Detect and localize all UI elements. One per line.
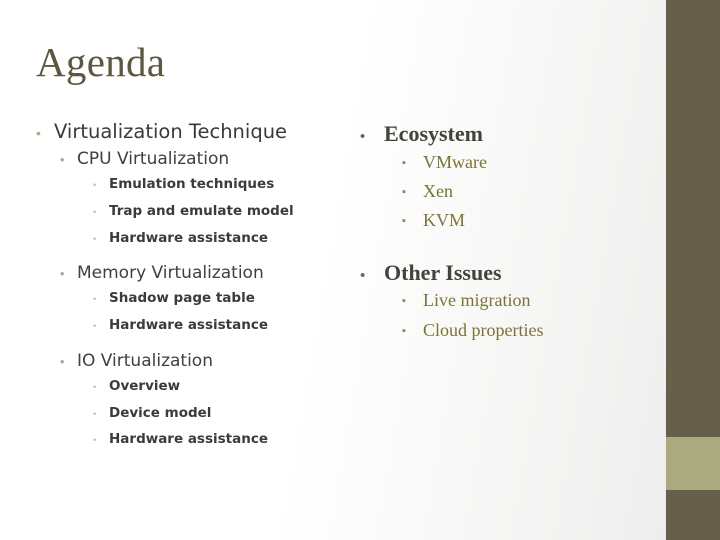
bullet-level2-icon: • bbox=[60, 153, 65, 168]
bullet-level3-icon: • bbox=[93, 408, 97, 420]
outline-item-io-virtualization: • IO Virtualization bbox=[60, 350, 356, 372]
outline-item-cpu-virtualization: • CPU Virtualization bbox=[60, 148, 356, 170]
right-edge-accent-block bbox=[666, 437, 720, 490]
outline-item-label: Hardware assistance bbox=[109, 229, 269, 246]
outline-item-label: Virtualization Technique bbox=[54, 120, 288, 143]
right-outline-column: • Ecosystem ▪ VMware ▪ Xen ▪ KVM • Other… bbox=[360, 120, 660, 345]
outline-item-label: Cloud properties bbox=[423, 319, 544, 340]
bullet-level1-icon: • bbox=[36, 125, 41, 141]
outline-item-cloud-properties: ▪ Cloud properties bbox=[402, 316, 660, 345]
outline-item-label: Xen bbox=[423, 180, 453, 201]
outline-item-label: Emulation techniques bbox=[109, 176, 275, 193]
outline-item-xen: ▪ Xen bbox=[402, 177, 660, 206]
outline-item-label: Hardware assistance bbox=[109, 431, 269, 448]
bullet-level3-icon: • bbox=[93, 435, 97, 447]
outline-item-label: Live migration bbox=[423, 290, 531, 311]
outline-item-label: CPU Virtualization bbox=[77, 149, 230, 170]
outline-item-label: Device model bbox=[109, 404, 212, 421]
outline-item-hardware-assistance-cpu: • Hardware assistance bbox=[93, 226, 356, 252]
bullet-square-icon: ▪ bbox=[402, 185, 406, 198]
outline-item-label: Trap and emulate model bbox=[109, 203, 294, 220]
outline-item-hardware-assistance-memory: • Hardware assistance bbox=[93, 313, 356, 339]
bullet-level3-icon: • bbox=[93, 207, 97, 219]
bullet-square-icon: ▪ bbox=[402, 295, 406, 308]
outline-item-label: KVM bbox=[423, 209, 466, 230]
outline-item-live-migration: ▪ Live migration bbox=[402, 286, 660, 315]
outline-item-label: Overview bbox=[109, 377, 181, 394]
outline-item-label: Shadow page table bbox=[109, 290, 255, 307]
outline-item-label: Ecosystem bbox=[384, 121, 483, 146]
outline-item-label: IO Virtualization bbox=[77, 350, 213, 371]
left-outline-column: • Virtualization Technique • CPU Virtual… bbox=[36, 120, 356, 454]
outline-item-device-model: • Device model bbox=[93, 401, 356, 427]
bullet-level3-icon: • bbox=[93, 294, 97, 306]
bullet-level2-icon: • bbox=[60, 354, 65, 369]
slide: Agenda • Virtualization Technique • CPU … bbox=[0, 0, 720, 540]
outline-item-memory-virtualization: • Memory Virtualization bbox=[60, 262, 356, 284]
bullet-level3-icon: • bbox=[93, 381, 97, 393]
outline-item-kvm: ▪ KVM bbox=[402, 206, 660, 235]
bullet-round-icon: • bbox=[360, 128, 366, 145]
outline-item-ecosystem: • Ecosystem bbox=[360, 120, 660, 148]
outline-item-emulation-techniques: • Emulation techniques bbox=[93, 172, 356, 198]
outline-item-label: Memory Virtualization bbox=[77, 263, 264, 284]
outline-item-label: Hardware assistance bbox=[109, 317, 269, 334]
bullet-square-icon: ▪ bbox=[402, 214, 406, 227]
bullet-round-icon: • bbox=[360, 266, 366, 284]
bullet-level3-icon: • bbox=[93, 321, 97, 333]
bullet-level3-icon: • bbox=[93, 180, 97, 192]
outline-item-shadow-page-table: • Shadow page table bbox=[93, 286, 356, 312]
outline-item-hardware-assistance-io: • Hardware assistance bbox=[93, 427, 356, 453]
bullet-square-icon: ▪ bbox=[402, 324, 406, 337]
bullet-square-icon: ▪ bbox=[402, 156, 406, 169]
bullet-level3-icon: • bbox=[93, 233, 97, 245]
bullet-level2-icon: • bbox=[60, 267, 65, 282]
outline-item-other-issues: • Other Issues bbox=[360, 259, 660, 287]
page-title: Agenda bbox=[36, 39, 166, 85]
outline-item-virtualization-technique: • Virtualization Technique bbox=[36, 120, 356, 144]
outline-item-trap-and-emulate-model: • Trap and emulate model bbox=[93, 199, 356, 225]
outline-item-label: VMware bbox=[423, 151, 487, 172]
outline-item-vmware: ▪ VMware bbox=[402, 148, 660, 177]
outline-item-overview: • Overview bbox=[93, 374, 356, 400]
outline-item-label: Other Issues bbox=[384, 259, 502, 285]
